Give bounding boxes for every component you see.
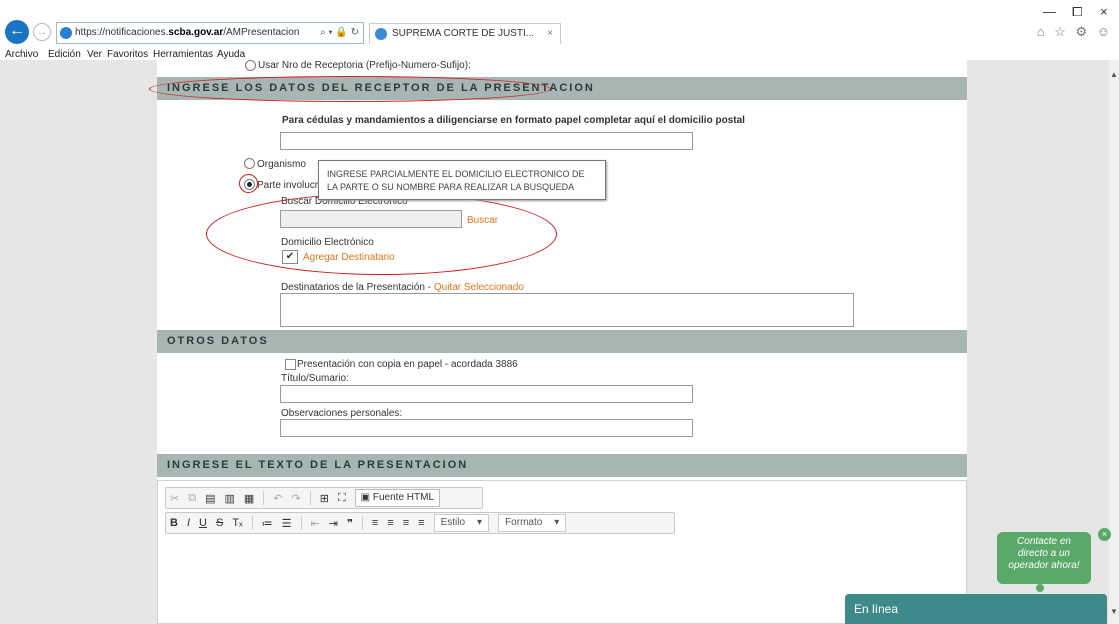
url-domain: scba.gov.ar — [168, 27, 224, 38]
chat-prompt-bubble[interactable]: Contacte en directo a un operador ahora! — [997, 532, 1091, 584]
style-dropdown[interactable]: Estilo ▾ — [433, 514, 490, 532]
menu-favoritos[interactable]: Favoritos — [107, 49, 148, 60]
menu-ayuda[interactable]: Ayuda — [217, 49, 245, 60]
titulo-label: Título/Sumario: — [281, 373, 349, 384]
chevron-down-icon: ▾ — [554, 517, 560, 528]
chat-pointer-dot — [1036, 584, 1044, 592]
titulo-input[interactable] — [280, 385, 693, 403]
chevron-down-icon: ▾ — [477, 517, 483, 528]
destinatarios-separator: - — [424, 282, 434, 293]
postal-label: Para cédulas y mandamientos a diligencia… — [282, 115, 745, 126]
tab-title: SUPREMA CORTE DE JUSTI... — [392, 28, 535, 39]
browser-chrome: ← → https://notificaciones.scba.gov.ar/A… — [0, 0, 1119, 48]
chat-bubble-line: Contacte en — [1017, 536, 1071, 547]
toolbar-separator — [361, 516, 363, 530]
organismo-radio[interactable] — [244, 158, 255, 169]
table-icon[interactable]: ⊞ — [320, 492, 329, 505]
redo-icon[interactable]: ↷ — [292, 492, 301, 505]
section-otros-header: OTROS DATOS — [157, 330, 967, 353]
menu-edicion[interactable]: Edición — [48, 49, 81, 60]
menu-archivo[interactable]: Archivo — [5, 49, 38, 60]
receptoria-radio[interactable] — [245, 60, 256, 71]
receptoria-label: Usar Nro de Receptoria (Prefijo-Numero-S… — [258, 60, 471, 71]
toolbar-separator — [309, 491, 311, 505]
toolbar-icons[interactable]: ⌂ ☆ ⚙ ☺ — [1037, 24, 1113, 40]
align-justify-icon[interactable]: ≡ — [418, 517, 424, 529]
observaciones-input[interactable] — [280, 419, 693, 437]
chat-bubble-line: directo a un — [1017, 548, 1071, 559]
chat-online-bar[interactable]: En línea — [845, 594, 1107, 624]
chat-bubble-line: operador ahora! — [1008, 560, 1080, 571]
tab-close-icon[interactable]: × — [547, 24, 553, 44]
copy-icon[interactable]: ⧉ — [188, 492, 196, 505]
format-dropdown-label: Formato — [505, 517, 543, 528]
chat-close-icon[interactable]: × — [1098, 528, 1111, 541]
section-texto-header: INGRESE EL TEXTO DE LA PRESENTACION — [157, 454, 967, 477]
quitar-seleccionado-link[interactable]: Quitar Seleccionado — [434, 282, 524, 293]
close-window-icon[interactable]: × — [1100, 4, 1108, 19]
undo-icon[interactable]: ↶ — [273, 492, 282, 505]
observaciones-label: Observaciones personales: — [281, 408, 403, 419]
align-left-icon[interactable]: ≡ — [372, 517, 378, 529]
destinatarios-text: Destinatarios de la Presentación — [281, 282, 425, 293]
source-html-label: Fuente HTML — [372, 492, 435, 503]
search-tooltip: INGRESE PARCIALMENTE EL DOMICILIO ELECTR… — [318, 160, 606, 200]
postal-address-input[interactable] — [280, 132, 693, 150]
back-arrow-icon[interactable]: ← — [5, 20, 29, 44]
scroll-down-icon[interactable]: ▼ — [1110, 607, 1118, 616]
format-dropdown[interactable]: Formato ▾ — [498, 514, 567, 532]
url-prefix: https://notificaciones. — [75, 27, 169, 38]
remove-format-icon[interactable]: Tₓ — [232, 517, 242, 529]
numbered-list-icon[interactable]: ≔ — [262, 517, 273, 530]
style-dropdown-label: Estilo — [440, 517, 466, 528]
blockquote-icon[interactable]: ❞ — [347, 517, 353, 530]
maximize-editor-icon[interactable]: ⛶ — [338, 492, 346, 505]
tab-favicon-icon — [375, 28, 387, 40]
align-right-icon[interactable]: ≡ — [403, 517, 409, 529]
menu-herramientas[interactable]: Herramientas — [153, 49, 213, 60]
paste-text-icon[interactable]: ▥ — [224, 492, 234, 505]
menu-ver[interactable]: Ver — [87, 49, 102, 60]
annotation-ellipse-search — [206, 193, 557, 275]
minimize-icon[interactable]: — — [1043, 4, 1056, 19]
annotation-ellipse-header — [149, 76, 551, 102]
align-center-icon[interactable]: ≡ — [387, 517, 393, 529]
destinatarios-list[interactable] — [280, 293, 854, 327]
paste-icon[interactable]: ▤ — [205, 492, 215, 505]
destinatarios-label: Destinatarios de la Presentación - Quita… — [281, 282, 524, 293]
scroll-up-icon[interactable]: ▲ — [1110, 70, 1118, 79]
strike-icon[interactable]: S — [216, 517, 223, 529]
annotation-circle-radio — [239, 174, 258, 193]
organismo-label: Organismo — [257, 159, 306, 170]
outdent-icon[interactable]: ⇤ — [311, 517, 320, 530]
toolbar-separator — [300, 516, 302, 530]
source-html-button[interactable]: ▣ Fuente HTML — [354, 489, 441, 507]
cut-icon[interactable]: ✂ — [170, 492, 179, 505]
left-margin — [0, 60, 157, 624]
editor-toolbar-row-2: B I U S Tₓ ≔ ☰ ⇤ ⇥ ❞ ≡ ≡ ≡ ≡ Estilo ▾ For… — [165, 512, 675, 534]
underline-icon[interactable]: U — [199, 517, 207, 529]
page-content: ▲ ▼ Usar Nro de Receptoria (Prefijo-Nume… — [0, 60, 1119, 624]
maximize-icon[interactable]: ⧠ — [1072, 4, 1082, 20]
toolbar-separator — [251, 516, 253, 530]
bold-icon[interactable]: B — [170, 517, 178, 529]
paste-word-icon[interactable]: ▦ — [244, 492, 254, 505]
toolbar-separator — [263, 491, 265, 505]
italic-icon[interactable]: I — [187, 517, 190, 529]
address-controls[interactable]: ⌕ ▾ 🔒 ↻ — [320, 23, 359, 43]
indent-icon[interactable]: ⇥ — [329, 517, 338, 530]
editor-toolbar-row-1: ✂ ⧉ ▤ ▥ ▦ ↶ ↷ ⊞ ⛶ ▣ Fuente HTML — [165, 487, 483, 509]
bullet-list-icon[interactable]: ☰ — [282, 517, 292, 530]
vertical-scrollbar[interactable]: ▲ ▼ — [1109, 60, 1119, 624]
copia-papel-checkbox[interactable] — [285, 359, 296, 370]
ie-page-icon — [60, 27, 72, 39]
url-path: /AMPresentacion — [223, 27, 300, 38]
browser-tab[interactable]: SUPREMA CORTE DE JUSTI... × — [369, 23, 561, 44]
copia-papel-label: Presentación con copia en papel - acorda… — [297, 359, 518, 370]
address-bar[interactable]: https://notificaciones.scba.gov.ar/AMPre… — [56, 22, 364, 44]
forward-arrow-icon[interactable]: → — [33, 23, 51, 41]
